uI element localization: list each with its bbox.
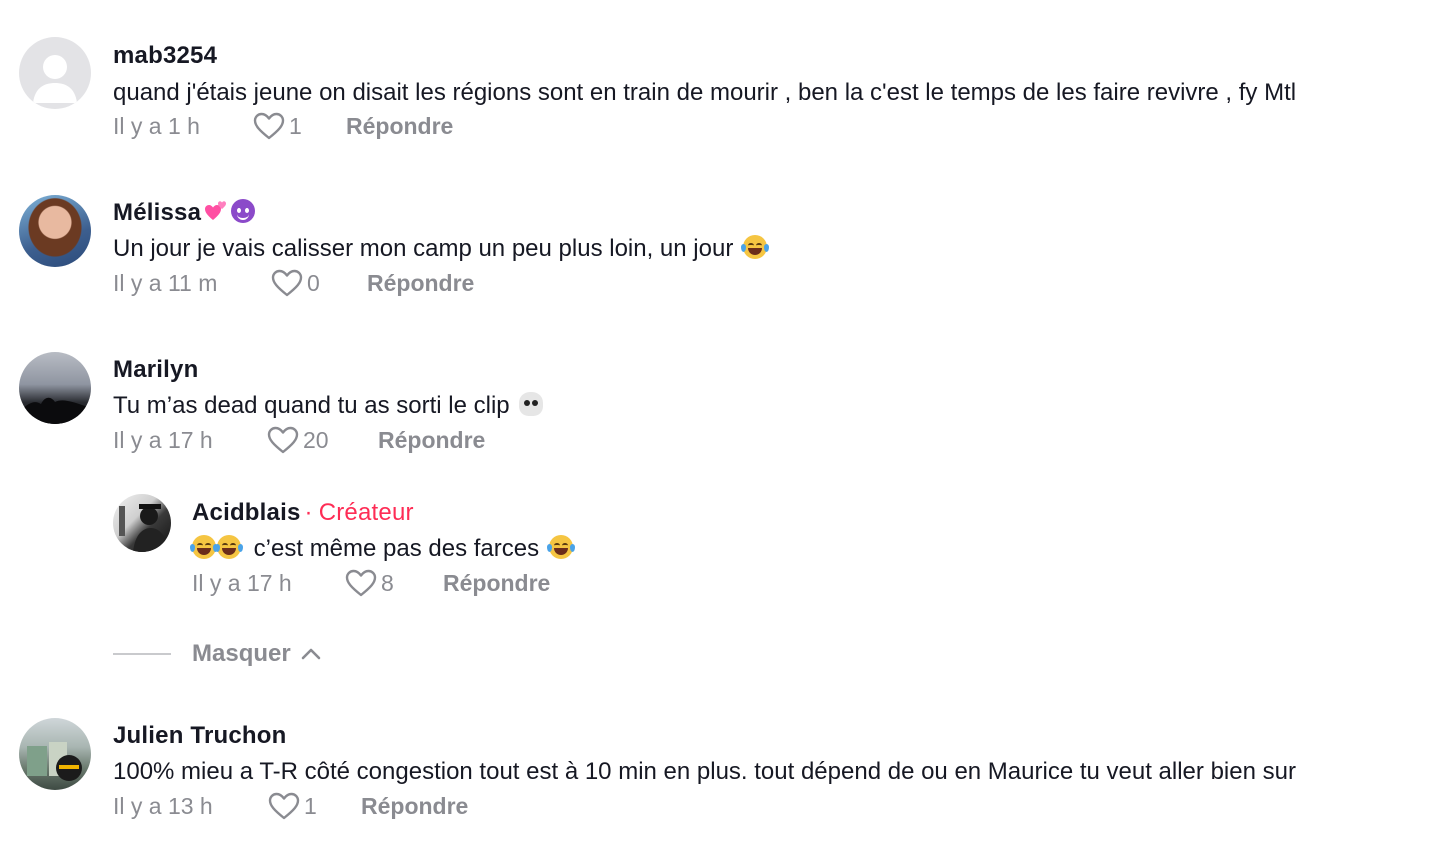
like-button[interactable]: 1 [268,792,361,820]
like-button[interactable]: 0 [271,269,367,297]
heart-outline-icon [271,269,303,297]
store-photo [27,742,82,781]
comment-username[interactable]: mab3254 [113,42,217,70]
reply-button[interactable]: Répondre [346,113,453,140]
face-with-tears-of-joy-emoji [215,535,243,559]
default-avatar-icon [33,55,77,103]
face-with-tears-of-joy-emoji [190,535,218,559]
like-button[interactable]: 1 [253,112,346,140]
like-count: 1 [304,792,317,819]
chevron-up-icon [301,648,321,660]
silhouette-photo [19,397,91,424]
comment-time: Il y a 13 h [113,792,213,819]
two-hearts-emoji [204,199,228,223]
reply-meta: Il y a 17 h 8 Répondre [192,569,550,597]
avatar[interactable] [19,352,91,424]
reply-button[interactable]: Répondre [361,793,468,820]
like-count: 8 [381,569,394,596]
like-count: 1 [289,112,302,139]
like-count: 20 [303,426,329,453]
hide-replies-row: Masquer [113,640,321,668]
smiling-devil-emoji [231,199,256,223]
avatar[interactable] [113,494,171,552]
comment-text: 100% mieu a T-R côté congestion tout est… [113,758,1296,785]
like-button[interactable]: 8 [345,569,443,597]
avatar[interactable] [19,718,91,790]
comment-text: Tu m’as dead quand tu as sorti le clip [113,392,544,420]
comment-meta: Il y a 17 h 20 Répondre [113,426,485,454]
like-button[interactable]: 20 [267,426,378,454]
face-with-tears-of-joy-emoji [740,235,769,259]
reply-time: Il y a 17 h [192,569,292,596]
reply-button[interactable]: Répondre [367,270,474,297]
comment-time: Il y a 17 h [113,426,213,453]
heart-outline-icon [267,426,299,454]
comment-text: Un jour je vais calisser mon camp un peu… [113,235,769,263]
reply-button[interactable]: Répondre [443,570,550,597]
comment-text: quand j'étais jeune on disait les région… [113,79,1297,106]
heart-outline-icon [268,792,300,820]
bw-photo [119,504,169,552]
comment-time: Il y a 11 m [113,269,218,296]
comment-username[interactable]: Marilyn [113,356,198,384]
face-with-tears-of-joy-emoji [546,535,575,559]
heart-outline-icon [345,569,377,597]
reply-button[interactable]: Répondre [378,427,485,454]
comment-username[interactable]: Mélissa [113,199,256,227]
reply-text: c’est même pas des farces [190,535,575,563]
creator-badge: · Créateur [304,499,414,526]
hide-replies-button[interactable]: Masquer [192,640,321,668]
comment-meta: Il y a 11 m 0 Répondre [113,269,474,297]
comment-meta: Il y a 1 h 1 Répondre [113,112,453,140]
comment-meta: Il y a 13 h 1 Répondre [113,792,468,820]
comment-username[interactable]: Julien Truchon [113,722,286,750]
skull-emoji [519,392,544,416]
comment-time: Il y a 1 h [113,112,200,139]
reply-username[interactable]: Acidblais · Créateur [192,499,414,527]
divider [113,653,171,655]
like-count: 0 [307,269,320,296]
heart-outline-icon [253,112,285,140]
avatar[interactable] [19,195,91,267]
avatar[interactable] [19,37,91,109]
